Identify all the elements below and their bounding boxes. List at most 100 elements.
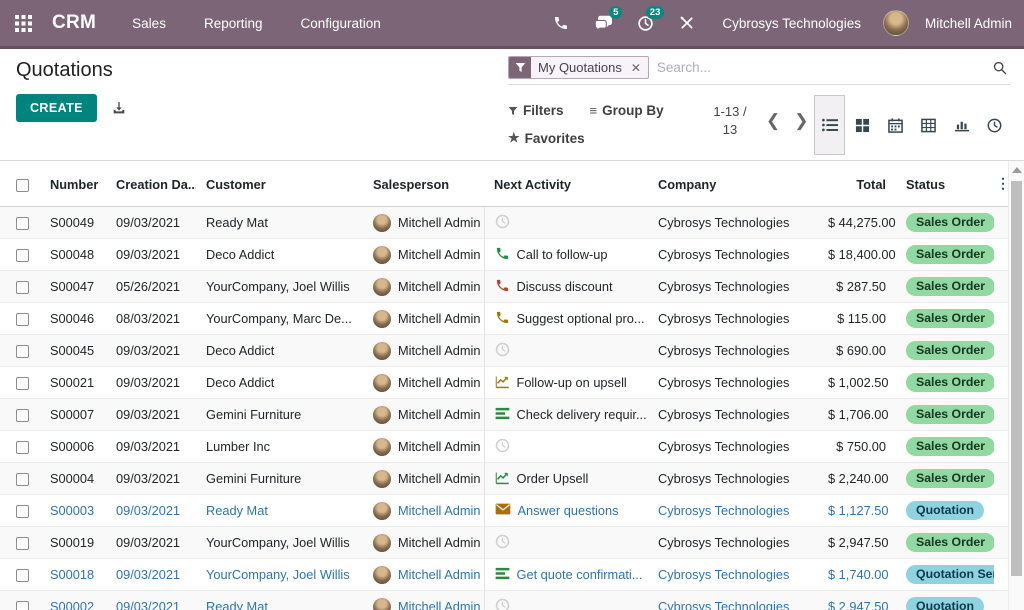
table-row[interactable]: S0004608/03/2021YourCompany, Marc De...M…: [0, 303, 1008, 335]
view-calendar-button[interactable]: [880, 109, 911, 141]
facet-remove-icon[interactable]: ✕: [629, 57, 648, 78]
row-checkbox[interactable]: [0, 463, 40, 495]
view-graph-button[interactable]: [946, 109, 977, 141]
table-row[interactable]: S0004809/03/2021Deco AddictMitchell Admi…: [0, 239, 1008, 271]
row-checkbox[interactable]: [0, 335, 40, 367]
clock-icon[interactable]: [495, 598, 510, 610]
col-next-activity[interactable]: Next Activity: [484, 161, 648, 207]
clock-icon[interactable]: [495, 214, 510, 232]
menu-reporting[interactable]: Reporting: [194, 16, 273, 31]
row-checkbox[interactable]: [0, 431, 40, 463]
app-brand[interactable]: CRM: [52, 12, 96, 34]
phone-green-icon[interactable]: [495, 246, 510, 264]
cell-next-activity[interactable]: [484, 431, 648, 463]
view-activity-button[interactable]: [979, 109, 1010, 141]
phone-icon[interactable]: [544, 8, 578, 38]
cell-number: S00003: [40, 495, 106, 527]
col-number[interactable]: Number: [40, 161, 106, 207]
col-total[interactable]: Total: [818, 161, 896, 207]
cell-company: Cybrosys Technologies: [648, 207, 818, 239]
cell-next-activity[interactable]: Call to follow-up: [484, 239, 648, 271]
export-icon[interactable]: [111, 100, 127, 116]
pager-prev-icon[interactable]: ❮: [766, 101, 780, 141]
company-switcher[interactable]: Cybrosys Technologies: [722, 16, 861, 31]
cell-next-activity[interactable]: Order Upsell: [484, 463, 648, 495]
view-pivot-button[interactable]: [913, 109, 944, 141]
table-row[interactable]: S0004509/03/2021Deco AddictMitchell Admi…: [0, 335, 1008, 367]
cell-next-activity[interactable]: [484, 207, 648, 239]
vertical-scrollbar[interactable]: [1008, 161, 1024, 610]
status-badge: Quotation Sent: [906, 565, 994, 584]
messages-icon[interactable]: 5: [586, 8, 620, 38]
table-row[interactable]: S0002109/03/2021Deco AddictMitchell Admi…: [0, 367, 1008, 399]
cell-next-activity[interactable]: [484, 591, 648, 610]
search-icon[interactable]: [992, 60, 1008, 76]
filters-button[interactable]: Filters: [508, 103, 564, 118]
clock-icon[interactable]: [495, 534, 510, 552]
list-green-icon[interactable]: [495, 406, 510, 424]
cell-next-activity[interactable]: Check delivery requir...: [484, 399, 648, 431]
scrollbar-thumb[interactable]: [1011, 181, 1022, 576]
row-checkbox[interactable]: [0, 239, 40, 271]
table-row[interactable]: S0001809/03/2021YourCompany, Joel Willis…: [0, 559, 1008, 591]
salesperson-avatar: [373, 406, 391, 424]
clock-icon[interactable]: [495, 438, 510, 456]
view-kanban-button[interactable]: [847, 109, 878, 141]
cell-next-activity[interactable]: Answer questions: [484, 495, 648, 527]
table-row[interactable]: S0000409/03/2021Gemini FurnitureMitchell…: [0, 463, 1008, 495]
select-all-checkbox[interactable]: [0, 161, 40, 207]
chart-green-icon[interactable]: [495, 470, 510, 488]
row-checkbox[interactable]: [0, 559, 40, 591]
cell-next-activity[interactable]: [484, 335, 648, 367]
col-customer[interactable]: Customer: [196, 161, 363, 207]
table-row[interactable]: S0004909/03/2021Ready MatMitchell AdminC…: [0, 207, 1008, 239]
phone-yellow-icon[interactable]: [495, 310, 510, 328]
cell-next-activity[interactable]: Discuss discount: [484, 271, 648, 303]
create-button[interactable]: CREATE: [16, 94, 97, 122]
phone-red-icon[interactable]: [495, 278, 510, 296]
list-green-icon[interactable]: [495, 566, 510, 584]
user-name[interactable]: Mitchell Admin: [925, 16, 1012, 31]
row-checkbox[interactable]: [0, 271, 40, 303]
col-status[interactable]: Status: [896, 161, 994, 207]
col-company[interactable]: Company: [648, 161, 818, 207]
table-row[interactable]: S0004705/26/2021YourCompany, Joel Willis…: [0, 271, 1008, 303]
envelope-yellow-icon[interactable]: [495, 502, 511, 519]
search-input[interactable]: [649, 56, 992, 79]
cell-next-activity[interactable]: [484, 527, 648, 559]
cell-next-activity[interactable]: Follow-up on upsell: [484, 367, 648, 399]
search-facet[interactable]: My Quotations ✕: [508, 56, 649, 79]
menu-configuration[interactable]: Configuration: [291, 16, 391, 31]
table-row[interactable]: S0001909/03/2021YourCompany, Joel Willis…: [0, 527, 1008, 559]
cell-status: Sales Order: [896, 399, 994, 431]
row-checkbox[interactable]: [0, 207, 40, 239]
table-row[interactable]: S0000209/03/2021Ready MatMitchell AdminC…: [0, 591, 1008, 610]
tools-icon[interactable]: [670, 8, 704, 38]
view-list-button[interactable]: [814, 95, 845, 155]
table-row[interactable]: S0000609/03/2021Lumber IncMitchell Admin…: [0, 431, 1008, 463]
cell-next-activity[interactable]: Get quote confirmati...: [484, 559, 648, 591]
row-checkbox[interactable]: [0, 495, 40, 527]
chart-yellow-icon[interactable]: [495, 374, 510, 392]
clock-icon[interactable]: [495, 342, 510, 360]
pager-range: 1-13 /: [708, 103, 752, 121]
menu-sales[interactable]: Sales: [122, 16, 176, 31]
row-checkbox[interactable]: [0, 591, 40, 610]
row-checkbox[interactable]: [0, 399, 40, 431]
activities-icon[interactable]: 23: [628, 8, 662, 38]
cell-next-activity[interactable]: Suggest optional pro...: [484, 303, 648, 335]
favorites-button[interactable]: ★ Favorites: [508, 130, 585, 146]
table-row[interactable]: S0000709/03/2021Gemini FurnitureMitchell…: [0, 399, 1008, 431]
col-creation-date[interactable]: Creation Da...: [106, 161, 196, 207]
row-checkbox[interactable]: [0, 367, 40, 399]
scrollbar-up-icon[interactable]: [1012, 167, 1022, 173]
apps-menu-icon[interactable]: [0, 0, 46, 46]
group-by-button[interactable]: ≡ Group By: [590, 103, 664, 118]
row-checkbox[interactable]: [0, 527, 40, 559]
col-salesperson[interactable]: Salesperson: [363, 161, 484, 207]
table-row[interactable]: S0000309/03/2021Ready MatMitchell AdminA…: [0, 495, 1008, 527]
row-checkbox[interactable]: [0, 303, 40, 335]
user-avatar[interactable]: [883, 10, 909, 36]
optional-columns-icon[interactable]: ⋮: [994, 161, 1008, 207]
pager-next-icon[interactable]: ❯: [794, 101, 808, 141]
